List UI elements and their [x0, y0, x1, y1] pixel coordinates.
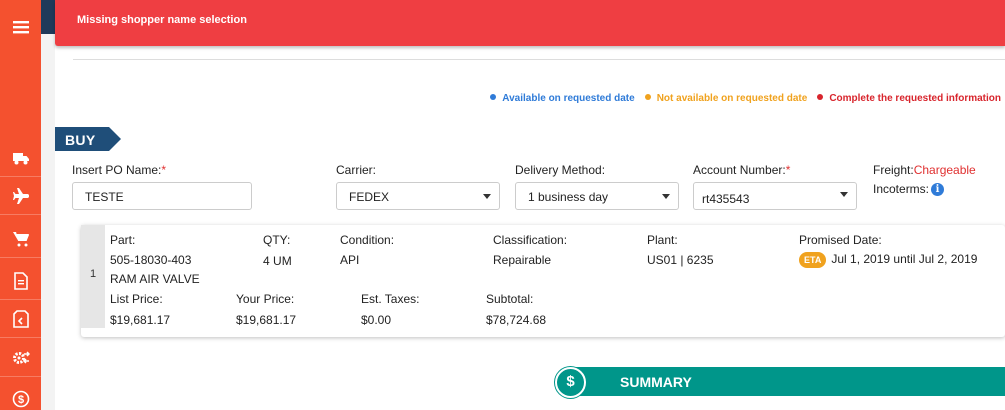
subtotal-label: Subtotal:	[486, 292, 534, 306]
red-dot-icon	[817, 94, 824, 101]
required-mark: *	[785, 163, 791, 177]
buy-label: BUY	[65, 132, 96, 148]
your-price-label: Your Price:	[236, 292, 295, 306]
header-strip	[41, 0, 55, 34]
classification-label: Classification:	[493, 233, 568, 247]
sidebar: $	[0, 0, 41, 410]
blue-dot-icon	[490, 94, 497, 101]
est-taxes-label: Est. Taxes:	[361, 292, 420, 306]
info-icon[interactable]: i	[931, 183, 945, 197]
document-icon[interactable]	[0, 262, 41, 300]
menu-icon[interactable]	[0, 8, 41, 46]
required-mark: *	[161, 163, 167, 177]
airplane-icon[interactable]	[0, 177, 41, 215]
summary-bar[interactable]: SUMMARY	[573, 367, 1005, 396]
qty-label: QTY:	[263, 233, 291, 247]
legend-not-available: Not available on requested date	[644, 93, 807, 104]
line-item-card: 1 Part: 505-18030-403 RAM AIR VALVE QTY:…	[81, 225, 1005, 337]
account-number-label: Account Number:*	[693, 163, 791, 177]
po-name-label: Insert PO Name:*	[72, 163, 167, 177]
part-number: 505-18030-403	[110, 253, 192, 267]
line-item-number: 1	[81, 225, 105, 328]
eta-badge: ETA	[799, 252, 827, 268]
legend-complete: Complete the requested information	[817, 93, 1001, 104]
dollar-icon[interactable]: $	[0, 380, 41, 410]
plant-value: US01 | 6235	[647, 253, 714, 267]
delivery-method-select[interactable]: 1 business day	[515, 182, 679, 210]
alert-banner: Missing shopper name selection	[55, 0, 1005, 46]
classification-value: Repairable	[493, 253, 552, 267]
qty-value: 4 UM	[263, 254, 292, 268]
svg-text:$: $	[17, 394, 23, 406]
list-price-value: $19,681.17	[110, 313, 171, 327]
account-number-select[interactable]: rt435543	[693, 182, 857, 210]
alert-message: Missing shopper name selection	[77, 14, 247, 26]
promised-date-label: Promised Date:	[799, 233, 882, 247]
po-name-input[interactable]: TESTE	[72, 182, 252, 210]
carrier-label: Carrier:	[336, 163, 377, 177]
promised-date-value: ETA Jul 1, 2019 until Jul 2, 2019	[799, 252, 977, 268]
condition-value: API	[340, 253, 360, 267]
your-price-value: $19,681.17	[236, 313, 297, 327]
availability-legend: Available on requested date Not availabl…	[490, 93, 1001, 104]
chevron-down-icon	[483, 194, 491, 199]
dollar-icon: $	[555, 367, 586, 398]
part-name: RAM AIR VALVE	[110, 272, 200, 286]
return-box-icon[interactable]	[0, 300, 41, 338]
chevron-down-icon	[840, 192, 848, 197]
buy-section-tag: BUY	[55, 127, 121, 151]
list-price-label: List Price:	[110, 292, 163, 306]
cart-icon[interactable]	[0, 220, 41, 258]
truck-icon[interactable]	[0, 139, 41, 177]
subtotal-value: $78,724.68	[486, 313, 547, 327]
part-label: Part:	[110, 233, 136, 247]
est-taxes-value: $0.00	[361, 313, 392, 327]
plant-label: Plant:	[647, 233, 678, 247]
orange-dot-icon	[644, 94, 651, 101]
freight-value: Chargeable	[913, 163, 976, 177]
gear-exchange-icon[interactable]	[0, 339, 41, 377]
incoterms-label: Incoterms: i	[873, 182, 945, 197]
condition-label: Condition:	[340, 233, 395, 247]
legend-available: Available on requested date	[490, 93, 635, 104]
summary-label: SUMMARY	[620, 374, 692, 390]
freight-label: Freight:Chargeable	[873, 163, 976, 177]
divider	[73, 59, 1005, 60]
chevron-down-icon	[662, 194, 670, 199]
carrier-select[interactable]: FEDEX	[336, 182, 500, 210]
delivery-method-label: Delivery Method:	[515, 163, 606, 177]
